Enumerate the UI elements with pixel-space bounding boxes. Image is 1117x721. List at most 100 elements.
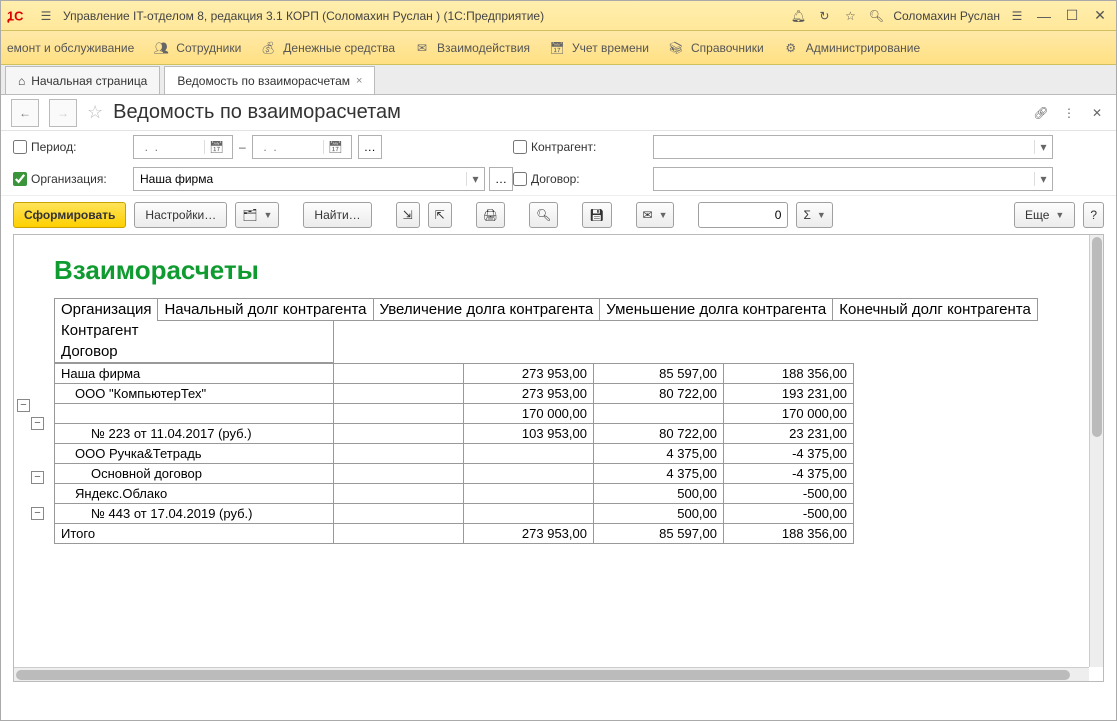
- kebab-icon[interactable]: ⋮: [1060, 104, 1078, 122]
- expand-button[interactable]: ⇲: [396, 202, 420, 228]
- table-row[interactable]: Наша фирма273 953,0085 597,00188 356,00: [55, 364, 854, 384]
- period-from-field[interactable]: 📅︎: [133, 135, 233, 159]
- col-dec: Уменьшение долга контрагента: [600, 299, 833, 321]
- period-fields: 📅︎ – 📅︎ …: [133, 135, 513, 159]
- tab-report[interactable]: Ведомость по взаиморасчетам×: [164, 66, 375, 94]
- tab-close-icon[interactable]: ×: [356, 75, 362, 87]
- dogovor-checkbox-label[interactable]: Договор:: [513, 172, 653, 186]
- nav-repair[interactable]: емонт и обслуживание: [7, 41, 134, 55]
- history-icon[interactable]: ↻: [815, 7, 833, 25]
- more-button[interactable]: Еще▼: [1014, 202, 1075, 228]
- nav-back-button[interactable]: ←: [11, 99, 39, 127]
- dogovor-field[interactable]: ▾: [653, 167, 1053, 191]
- nav-admin[interactable]: ⚙︎Администрирование: [782, 39, 920, 57]
- col-begin: Начальный долг контрагента: [158, 299, 373, 321]
- period-checkbox[interactable]: [13, 140, 27, 154]
- report-title: Взаиморасчеты: [54, 255, 1034, 286]
- nav-ref[interactable]: 📚︎Справочники: [667, 39, 764, 57]
- kontragent-checkbox[interactable]: [513, 140, 527, 154]
- chevron-down-icon[interactable]: ▾: [1034, 140, 1052, 154]
- settings-lines-icon[interactable]: ☰: [1008, 7, 1026, 25]
- calendar-icon[interactable]: 📅︎: [323, 140, 347, 154]
- tab-home[interactable]: ⌂Начальная страница: [5, 66, 160, 94]
- chevron-down-icon[interactable]: ▾: [466, 172, 484, 186]
- table-row[interactable]: ООО "КомпьютерТех"273 953,0080 722,00193…: [55, 384, 854, 404]
- favorite-icon[interactable]: ☆: [87, 102, 103, 123]
- collapse-button[interactable]: ⇱: [428, 202, 452, 228]
- close-button[interactable]: ✕: [1090, 7, 1110, 24]
- period-sep: –: [239, 140, 246, 154]
- chevron-down-icon[interactable]: ▾: [1034, 172, 1052, 186]
- settings-button[interactable]: Настройки…: [134, 202, 227, 228]
- search-icon[interactable]: 🔍︎: [867, 7, 885, 25]
- money-icon: 💰︎: [259, 39, 277, 57]
- maximize-button[interactable]: ☐: [1062, 7, 1082, 24]
- table-row[interactable]: Основной договор4 375,00-4 375,00: [55, 464, 854, 484]
- org-select-button[interactable]: …: [489, 167, 513, 191]
- org-field[interactable]: ▾: [133, 167, 485, 191]
- calendar-icon[interactable]: 📅︎: [204, 140, 228, 154]
- table-row[interactable]: Яндекс.Облако500,00-500,00: [55, 484, 854, 504]
- mail-icon: ✉︎: [413, 39, 431, 57]
- preview-icon: 🔍︎: [536, 208, 551, 222]
- dogovor-input[interactable]: [654, 172, 1034, 186]
- org-input[interactable]: [134, 172, 466, 186]
- nav-time[interactable]: 📅︎Учет времени: [548, 39, 649, 57]
- vertical-scrollbar[interactable]: [1089, 235, 1103, 667]
- tree-toggle[interactable]: −: [31, 417, 44, 430]
- find-button[interactable]: Найти…: [303, 202, 371, 228]
- kontragent-checkbox-label[interactable]: Контрагент:: [513, 140, 653, 154]
- table-row[interactable]: 170 000,00170 000,00: [55, 404, 854, 424]
- link-icon[interactable]: 🔗︎: [1032, 104, 1050, 122]
- preview-button[interactable]: 🔍︎: [529, 202, 558, 228]
- print-button[interactable]: 🖨︎: [476, 202, 505, 228]
- page-title: Ведомость по взаиморасчетам: [113, 101, 401, 124]
- help-button[interactable]: ?: [1083, 202, 1104, 228]
- filter-panel: Период: 📅︎ – 📅︎ … Контрагент: ▾ Организа…: [1, 131, 1116, 196]
- report-toolbar: Сформировать Настройки… 🗂︎▼ Найти… ⇲ ⇱ 🖨…: [1, 196, 1116, 234]
- org-checkbox[interactable]: [13, 172, 27, 186]
- col-kontragent: Контрагент: [55, 320, 334, 341]
- nav-forward-button[interactable]: →: [49, 99, 77, 127]
- period-checkbox-label[interactable]: Период:: [13, 140, 133, 154]
- kontragent-input[interactable]: [654, 140, 1034, 154]
- tree-toggle[interactable]: −: [17, 399, 30, 412]
- main-nav: емонт и обслуживание 👥︎Сотрудники 💰︎Дене…: [1, 31, 1116, 65]
- menu-icon[interactable]: ☰: [37, 7, 55, 25]
- sigma-icon: Σ: [803, 208, 810, 222]
- book-icon: 📚︎: [667, 39, 685, 57]
- nav-money[interactable]: 💰︎Денежные средства: [259, 39, 395, 57]
- period-to-input[interactable]: [253, 140, 323, 154]
- form-button[interactable]: Сформировать: [13, 202, 126, 228]
- total-row: Итого273 953,0085 597,00188 356,00: [55, 524, 854, 544]
- nav-interactions[interactable]: ✉︎Взаимодействия: [413, 39, 530, 57]
- table-row[interactable]: ООО Ручка&Тетрадь4 375,00-4 375,00: [55, 444, 854, 464]
- period-from-input[interactable]: [134, 140, 204, 154]
- sum-input[interactable]: [698, 202, 788, 228]
- save-button[interactable]: 💾︎: [582, 202, 611, 228]
- mail-button[interactable]: ✉︎▼: [636, 202, 675, 228]
- table-row[interactable]: № 443 от 17.04.2019 (руб.)500,00-500,00: [55, 504, 854, 524]
- dogovor-checkbox[interactable]: [513, 172, 527, 186]
- report-data: Наша фирма273 953,0085 597,00188 356,00О…: [54, 363, 854, 544]
- star-icon[interactable]: ☆: [841, 7, 859, 25]
- close-doc-icon[interactable]: ✕: [1088, 104, 1106, 122]
- bell-icon[interactable]: 🔔︎: [789, 7, 807, 25]
- minimize-button[interactable]: —: [1034, 8, 1054, 24]
- variants-button[interactable]: 🗂︎▼: [235, 202, 279, 228]
- period-to-field[interactable]: 📅︎: [252, 135, 352, 159]
- period-select-button[interactable]: …: [358, 135, 382, 159]
- tree-toggle[interactable]: −: [31, 507, 44, 520]
- gear-icon: ⚙︎: [782, 39, 800, 57]
- nav-staff[interactable]: 👥︎Сотрудники: [152, 39, 241, 57]
- kontragent-field[interactable]: ▾: [653, 135, 1053, 159]
- envelope-icon: ✉︎: [643, 208, 653, 222]
- titlebar: 1С ☰ Управление IT-отделом 8, редакция 3…: [1, 1, 1116, 31]
- tree-toggle[interactable]: −: [31, 471, 44, 484]
- org-checkbox-label[interactable]: Организация:: [13, 172, 133, 186]
- report-inner: Взаиморасчеты Организация Начальный долг…: [14, 235, 1054, 564]
- sigma-button[interactable]: Σ▼: [796, 202, 832, 228]
- collapse-icon: ⇱: [435, 208, 445, 222]
- table-row[interactable]: № 223 от 11.04.2017 (руб.)103 953,0080 7…: [55, 424, 854, 444]
- horizontal-scrollbar[interactable]: [14, 667, 1089, 681]
